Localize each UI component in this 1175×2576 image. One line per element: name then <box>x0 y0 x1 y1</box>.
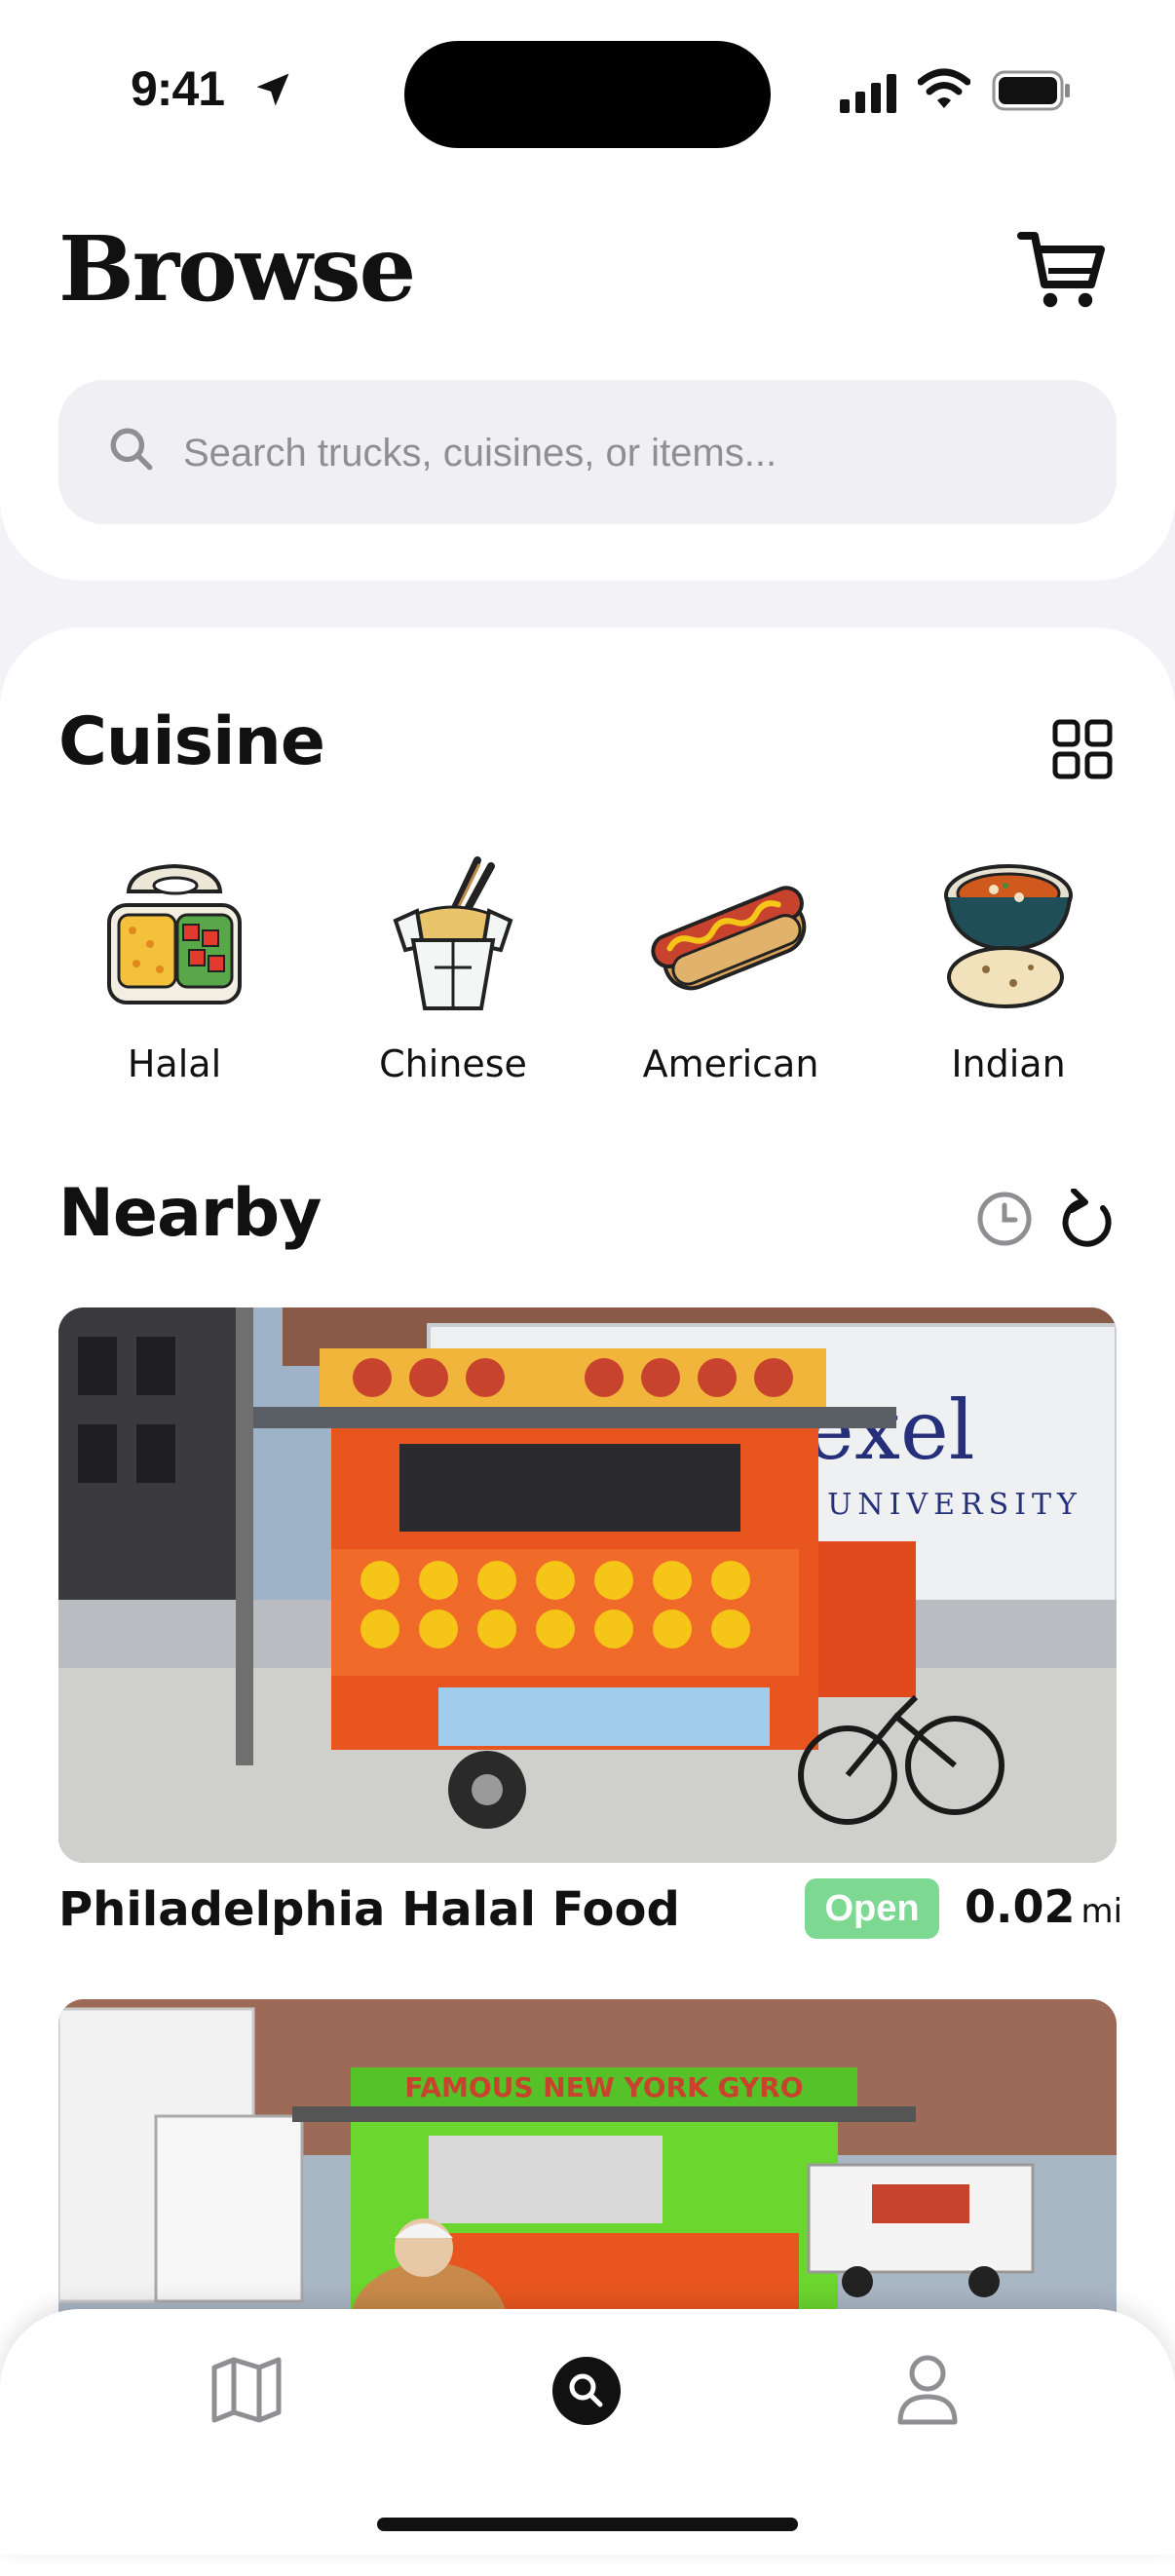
nearby-heading: Nearby <box>58 1175 322 1252</box>
truck-photo-2[interactable]: FAMOUS NEW YORK GYRO <box>58 1999 1117 2321</box>
cellular-signal-icon <box>840 74 896 113</box>
hotdog-icon <box>651 886 807 991</box>
cuisine-item-chinese[interactable]: Chinese <box>322 848 585 1085</box>
halal-platter-icon <box>107 863 242 1004</box>
status-time: 9:41 <box>131 61 225 116</box>
cuisine-label: American <box>642 1042 819 1085</box>
refresh-icon[interactable] <box>1060 1189 1117 1249</box>
cuisine-heading: Cuisine <box>58 703 325 780</box>
dynamic-island <box>404 41 771 148</box>
cuisine-label: Indian <box>951 1042 1066 1085</box>
map-icon <box>211 2357 282 2423</box>
truck-sign-subtext: UNIVERSITY <box>827 1488 1082 1522</box>
page-title: Browse <box>58 216 416 322</box>
profile-icon <box>897 2355 958 2425</box>
truck-distance: 0.02 mi <box>965 1880 1122 1933</box>
cuisine-item-american[interactable]: American <box>599 848 862 1085</box>
truck-name[interactable]: Philadelphia Halal Food <box>58 1882 680 1937</box>
curry-bowl-icon <box>944 864 1073 1008</box>
location-arrow-icon <box>256 73 289 106</box>
tab-profile[interactable] <box>896 2354 959 2426</box>
cuisine-item-halal[interactable]: Halal <box>43 848 306 1085</box>
home-indicator <box>377 2518 798 2531</box>
search-input[interactable] <box>181 417 1062 489</box>
distance-unit: mi <box>1080 1892 1123 1931</box>
cuisine-item-indian[interactable]: Indian <box>877 848 1140 1085</box>
grid-view-icon[interactable] <box>1052 719 1113 779</box>
cuisine-label: Chinese <box>379 1042 527 1085</box>
search-icon <box>110 428 153 471</box>
tab-search[interactable] <box>551 2356 622 2426</box>
truck-2-sign: FAMOUS NEW YORK GYRO <box>404 2071 803 2103</box>
truck-photo-1[interactable]: Drexel UNIVERSITY <box>58 1307 1117 1863</box>
cart-icon[interactable] <box>1017 230 1107 312</box>
battery-icon <box>992 70 1070 111</box>
wifi-icon <box>918 68 970 108</box>
open-status-badge: Open <box>805 1878 939 1939</box>
search-bar[interactable] <box>58 380 1117 524</box>
noodle-box-icon <box>393 856 513 1010</box>
clock-icon[interactable] <box>976 1191 1033 1247</box>
cuisine-label: Halal <box>127 1042 222 1085</box>
tab-map[interactable] <box>210 2356 283 2424</box>
distance-value: 0.02 <box>965 1880 1076 1933</box>
